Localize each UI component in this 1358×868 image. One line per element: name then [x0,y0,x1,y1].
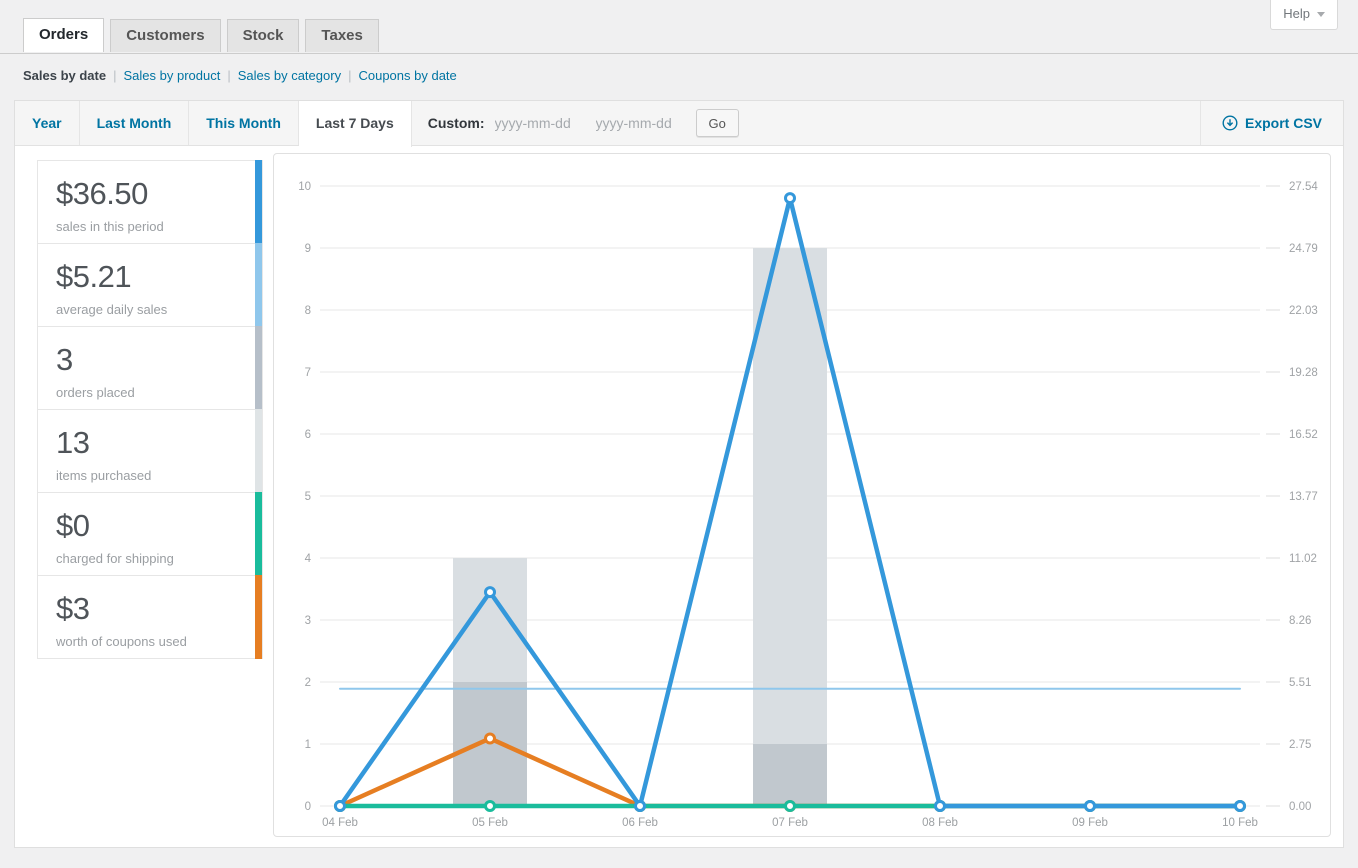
subnav-link-coupons-by-date[interactable]: Coupons by date [358,68,456,83]
custom-date-to-input[interactable] [595,110,687,136]
stat-accent-bar [255,326,262,410]
right-axis-tick: 0.00 [1289,801,1311,813]
sales-chart-svg: 0 0.00 1 2.75 2 5.51 3 8.26 4 11.02 5 13.77 6 16.52 7 1… [274,154,1330,836]
left-axis-tick: 6 [305,429,311,441]
report-subnav: Sales by date | Sales by product | Sales by … [0,54,1358,100]
stat-accent-bar [255,409,262,493]
stat-label: charged for shipping [56,551,244,566]
sales-amount-line-marker[interactable] [786,194,795,203]
date-range-bar: YearLast MonthThis MonthLast 7 Days Cust… [15,101,1343,146]
range-tab-last-7-days[interactable]: Last 7 Days [299,101,412,147]
export-csv-button[interactable]: Export CSV [1200,101,1343,145]
stat-accent-bar [255,243,262,327]
right-axis-tick: 11.02 [1289,553,1317,565]
left-axis-tick: 0 [305,801,311,813]
report-panel: YearLast MonthThis MonthLast 7 Days Cust… [14,100,1344,848]
export-csv-label: Export CSV [1245,115,1322,131]
left-axis-tick: 5 [305,491,311,503]
stat-label: orders placed [56,385,244,400]
help-label: Help [1283,6,1310,21]
shipping-amount-line-marker[interactable] [486,802,495,811]
stat-orders-placed: 3 orders placed [37,326,263,410]
x-axis-tick: 04 Feb [322,817,358,829]
tab-taxes[interactable]: Taxes [305,19,378,52]
x-axis-labels: 04 Feb 05 Feb 06 Feb 07 Feb 08 Feb 09 Feb 10 F… [322,817,1258,829]
range-tabs-holder: YearLast MonthThis MonthLast 7 Days [15,101,412,145]
stat-worth-of-coupons-used: $3 worth of coupons used [37,575,263,659]
stat-value: $0 [56,508,244,544]
x-axis-tick: 06 Feb [622,817,658,829]
right-axis-tick: 2.75 [1289,739,1311,751]
stat-value: $36.50 [56,176,244,212]
right-axis-tick: 13.77 [1289,491,1318,503]
sales-amount-line-marker[interactable] [936,802,945,811]
tab-orders[interactable]: Orders [23,18,104,52]
sales-amount-line-marker[interactable] [336,802,345,811]
chevron-down-icon [1317,12,1325,17]
right-axis-tick: 5.51 [1289,677,1311,689]
left-axis-tick: 9 [305,243,311,255]
tab-customers[interactable]: Customers [110,19,220,52]
tab-stock[interactable]: Stock [227,19,300,52]
stat-accent-bar [255,575,262,659]
left-axis-tick: 7 [305,367,311,379]
subnav-link-sales-by-category[interactable]: Sales by category [238,68,341,83]
stat-value: $3 [56,591,244,627]
stat-average-daily-sales: $5.21 average daily sales [37,243,263,327]
custom-date-from-input[interactable] [494,110,586,136]
subnav-separator: | [348,68,351,83]
report-content: $36.50 sales in this period $5.21 average d… [15,146,1343,848]
right-axis-tick: 22.03 [1289,305,1318,317]
go-button[interactable]: Go [696,109,739,137]
stat-value: 3 [56,342,244,378]
range-tab-year[interactable]: Year [15,101,80,145]
x-axis-tick: 09 Feb [1072,817,1108,829]
sales-amount-line-marker[interactable] [1236,802,1245,811]
left-axis-tick: 2 [305,677,311,689]
stat-label: sales in this period [56,219,244,234]
shipping-amount-line-marker[interactable] [786,802,795,811]
right-axis-tick: 8.26 [1289,615,1311,627]
subnav-separator: | [227,68,230,83]
right-axis-tick: 16.52 [1289,429,1318,441]
x-axis-tick: 05 Feb [472,817,508,829]
stat-label: average daily sales [56,302,244,317]
download-icon [1222,115,1238,131]
stat-charged-for-shipping: $0 charged for shipping [37,492,263,576]
right-axis-tick: 24.79 [1289,243,1318,255]
report-tabs: OrdersCustomersStockTaxes [0,0,1358,54]
coupon-amount-line-marker[interactable] [486,734,495,743]
stat-label: worth of coupons used [56,634,244,649]
stat-accent-bar [255,492,262,576]
left-axis-tick: 8 [305,305,311,317]
x-axis-tick: 08 Feb [922,817,958,829]
stats-sidebar: $36.50 sales in this period $5.21 average d… [37,160,263,659]
left-axis-tick: 4 [305,553,312,565]
left-axis-tick: 3 [305,615,311,627]
right-axis-tick: 19.28 [1289,367,1318,379]
custom-range-label: Custom: [428,115,485,131]
sales-amount-line-marker[interactable] [486,588,495,597]
sales-chart[interactable]: 0 0.00 1 2.75 2 5.51 3 8.26 4 11.02 5 13.77 6 16.52 7 1… [273,153,1331,837]
left-axis-tick: 1 [305,739,311,751]
x-axis-tick: 10 Feb [1222,817,1258,829]
stat-sales-in-this-period: $36.50 sales in this period [37,160,263,244]
range-tab-last-month[interactable]: Last Month [80,101,190,145]
stat-value: 13 [56,425,244,461]
sales-amount-line-marker[interactable] [636,802,645,811]
right-axis-tick: 27.54 [1289,181,1318,193]
stat-value: $5.21 [56,259,244,295]
subnav-separator: | [113,68,116,83]
left-axis-tick: 10 [298,181,311,193]
stat-accent-bar [255,160,262,244]
stat-label: items purchased [56,468,244,483]
help-button[interactable]: Help [1270,0,1338,30]
x-axis-tick: 07 Feb [772,817,808,829]
custom-range-area: Custom: Go [428,101,739,145]
stat-items-purchased: 13 items purchased [37,409,263,493]
range-tab-this-month[interactable]: This Month [189,101,299,145]
subnav-link-sales-by-date[interactable]: Sales by date [23,68,106,83]
subnav-link-sales-by-product[interactable]: Sales by product [124,68,221,83]
sales-amount-line-marker[interactable] [1086,802,1095,811]
